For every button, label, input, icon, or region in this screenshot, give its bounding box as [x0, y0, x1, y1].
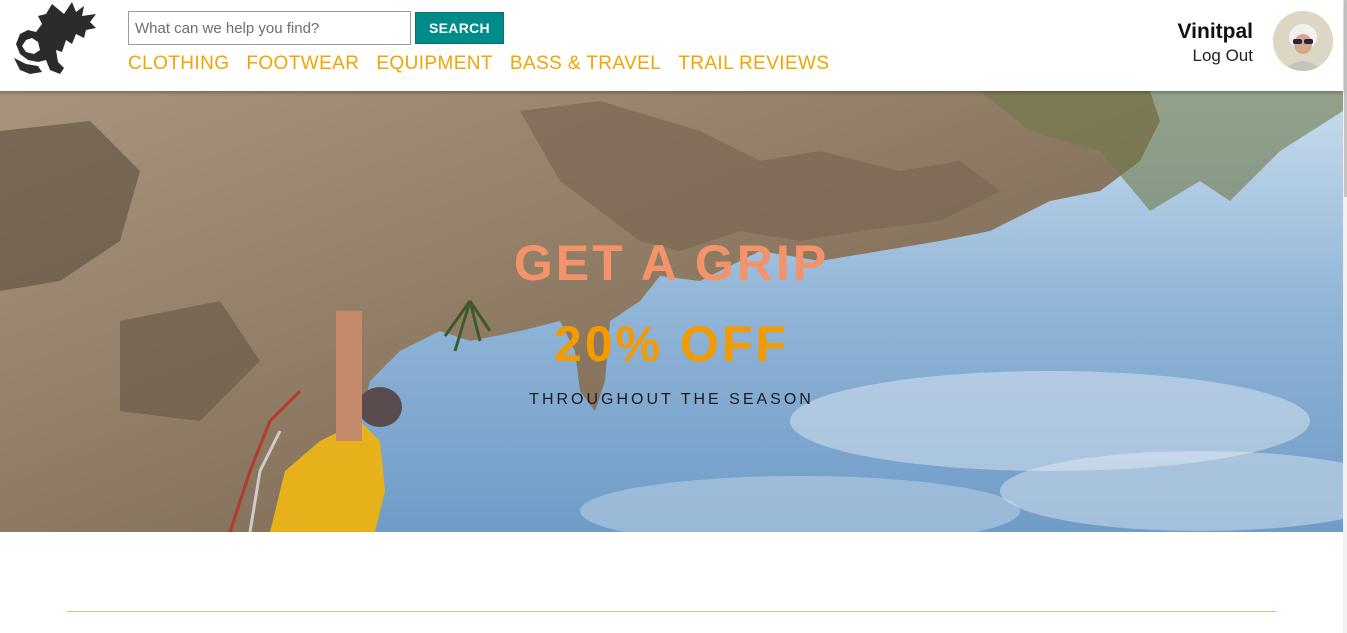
hero-tagline: THROUGHOUT THE SEASON: [529, 391, 814, 408]
hero-text: GET A GRIP 20% OFF THROUGHOUT THE SEASON: [0, 91, 1343, 532]
dragon-logo-icon[interactable]: [12, 0, 100, 76]
avatar[interactable]: [1273, 11, 1333, 71]
search-input[interactable]: [128, 11, 411, 45]
search-button[interactable]: SEARCH: [415, 12, 504, 44]
nav-item-bass-travel[interactable]: BASS & TRAVEL: [510, 53, 661, 75]
nav-item-equipment[interactable]: EQUIPMENT: [376, 53, 493, 75]
user-name: Vinitpal: [1177, 20, 1253, 43]
nav-item-footwear[interactable]: FOOTWEAR: [246, 53, 359, 75]
hero-banner: GET A GRIP 20% OFF THROUGHOUT THE SEASON: [0, 91, 1343, 532]
nav-item-clothing[interactable]: CLOTHING: [128, 53, 229, 75]
hero-discount: 20% OFF: [554, 316, 789, 372]
logout-link[interactable]: Log Out: [1193, 46, 1254, 66]
main-nav: CLOTHING FOOTWEAR EQUIPMENT BASS & TRAVE…: [128, 53, 829, 75]
site-header: SEARCH CLOTHING FOOTWEAR EQUIPMENT BASS …: [0, 0, 1343, 91]
hero-headline: GET A GRIP: [513, 235, 830, 291]
nav-item-trail-reviews[interactable]: TRAIL REVIEWS: [678, 53, 829, 75]
section-divider: [67, 611, 1276, 612]
